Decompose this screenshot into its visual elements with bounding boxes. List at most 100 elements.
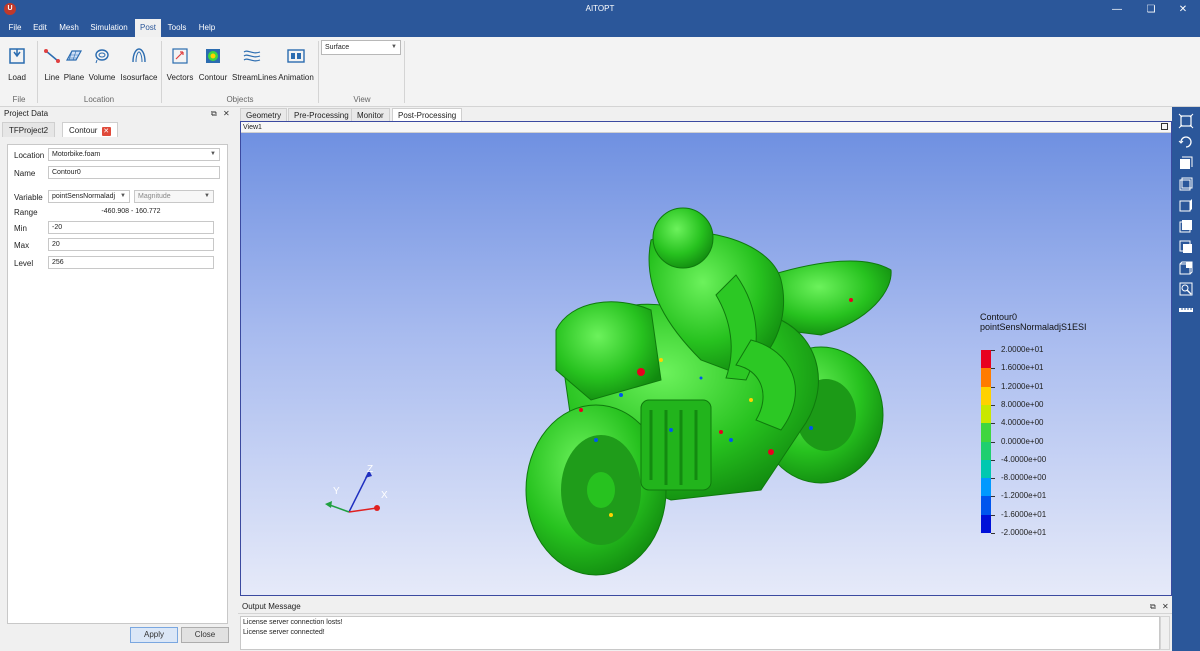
color-bar-segment: [981, 423, 991, 442]
legend-tick-mark: [991, 514, 995, 516]
view-front-icon[interactable]: [1178, 155, 1194, 171]
view-mode-select[interactable]: Surface ▼: [321, 40, 401, 55]
legend-variable-text: pointSensNormaladjS1ESI: [980, 322, 1087, 332]
rotate-icon[interactable]: [1178, 134, 1194, 150]
name-field[interactable]: Contour0: [48, 166, 220, 179]
output-log: License server connection losts! License…: [240, 616, 1160, 650]
color-bar-segment: [981, 514, 991, 534]
color-bar-segment: [981, 478, 991, 497]
close-icon[interactable]: ✕: [1166, 0, 1200, 19]
output-panel: Output Message ⧉ ✕ License server connec…: [238, 600, 1172, 651]
tab-label: TFProject2: [9, 126, 49, 135]
apply-button[interactable]: Apply: [130, 627, 178, 643]
contour-form: [7, 144, 228, 624]
zoom-icon[interactable]: [1178, 281, 1194, 297]
plane-button[interactable]: Plane: [63, 43, 85, 89]
axis-x-label: X: [381, 490, 388, 501]
view-left-icon[interactable]: [1178, 197, 1194, 213]
legend-tick-label: -4.0000e+00: [1001, 454, 1047, 464]
axis-z-label: Z: [367, 464, 374, 475]
menu-help[interactable]: Help: [194, 19, 220, 37]
load-icon: [9, 48, 25, 64]
tab-tfproject2[interactable]: TFProject2: [2, 122, 56, 137]
maximize-view-icon[interactable]: [1161, 123, 1168, 130]
tab-post-processing[interactable]: Post-Processing: [392, 108, 463, 121]
view-mode-value: Surface: [325, 44, 350, 51]
float-icon[interactable]: ⧉: [211, 107, 217, 121]
legend-tick-label: 2.0000e+01: [1001, 345, 1044, 354]
group-file-label: File: [12, 95, 26, 104]
color-bar: [981, 350, 991, 534]
volume-button[interactable]: Volume: [88, 43, 116, 89]
name-label: Name: [14, 169, 36, 178]
view-bottom-icon[interactable]: [1178, 260, 1194, 276]
close-button[interactable]: Close: [181, 627, 229, 643]
float-icon[interactable]: ⧉: [1150, 600, 1156, 614]
line-button[interactable]: Line: [41, 43, 63, 89]
view-toolbar: [1172, 107, 1200, 651]
variable-mode-select[interactable]: Magnitude ▼: [134, 190, 214, 203]
close-panel-icon[interactable]: ✕: [1162, 600, 1169, 614]
ruler-icon[interactable]: [1178, 302, 1194, 318]
menu-file[interactable]: File: [4, 19, 26, 37]
legend-tick-mark: [991, 496, 995, 498]
level-label: Level: [14, 259, 34, 268]
line-label: Line: [44, 73, 60, 82]
tab-geometry[interactable]: Geometry: [240, 108, 288, 121]
menu-simulation[interactable]: Simulation: [86, 19, 132, 37]
isosurface-icon: [132, 48, 146, 63]
panel-title: Project Data: [4, 109, 49, 118]
axis-y-label: Y: [333, 486, 340, 497]
menu-post[interactable]: Post: [135, 19, 161, 37]
legend-title-text: Contour0: [980, 312, 1018, 322]
color-bar-segment: [981, 441, 991, 461]
legend-tick-mark: [991, 404, 995, 406]
tab-contour[interactable]: Contour ✕: [62, 122, 118, 137]
legend-tick-mark: [991, 423, 995, 425]
tab-label: Contour: [69, 126, 98, 135]
menu-tools[interactable]: Tools: [164, 19, 190, 37]
view-back-icon[interactable]: [1178, 176, 1194, 192]
output-scrollbar[interactable]: [1160, 616, 1170, 650]
color-bar-segment: [981, 404, 991, 424]
title-bar: U AITOPT — ❏ ✕: [0, 0, 1200, 19]
view-top-icon[interactable]: [1178, 239, 1194, 255]
legend-tick-mark: [991, 441, 995, 443]
range-label: Range: [14, 208, 38, 217]
vectors-button[interactable]: Vectors: [165, 43, 195, 89]
load-button[interactable]: Load: [4, 43, 30, 89]
restore-icon[interactable]: ❏: [1134, 0, 1168, 19]
location-value: Motorbike.foam: [52, 151, 101, 158]
animation-icon: [287, 49, 305, 63]
legend-tick-mark: [991, 478, 995, 480]
fit-view-icon[interactable]: [1178, 113, 1194, 129]
variable-select[interactable]: pointSensNormaladj ▼: [48, 190, 130, 203]
animation-button[interactable]: Animation: [277, 43, 315, 89]
menu-edit[interactable]: Edit: [28, 19, 52, 37]
chevron-down-icon: ▼: [204, 193, 210, 199]
color-bar-segment: [981, 368, 991, 388]
group-view-label: View: [353, 95, 371, 104]
view-canvas[interactable]: View1 Z Y X Contour0 pointSensNormaladjS…: [240, 121, 1172, 596]
menu-bar: File Edit Mesh Simulation Post Tools Hel…: [0, 19, 1200, 37]
output-title: Output Message: [238, 600, 1172, 614]
tab-monitor[interactable]: Monitor: [351, 108, 390, 121]
color-bar-segment: [981, 496, 991, 516]
motorbike-model[interactable]: [521, 200, 901, 580]
min-field[interactable]: -20: [48, 221, 214, 234]
isosurface-button[interactable]: Isosurface: [120, 43, 158, 89]
streamlines-button[interactable]: StreamLines: [232, 43, 277, 89]
close-panel-icon[interactable]: ✕: [223, 107, 230, 121]
close-tab-icon[interactable]: ✕: [101, 127, 111, 136]
view-right-icon[interactable]: [1178, 218, 1194, 234]
isosurface-label: Isosurface: [120, 73, 158, 82]
level-field[interactable]: 256: [48, 256, 214, 269]
tab-pre-processing[interactable]: Pre-Processing: [288, 108, 355, 121]
minimize-icon[interactable]: —: [1100, 0, 1134, 19]
max-field[interactable]: 20: [48, 238, 214, 251]
log-line: License server connection losts!: [243, 619, 343, 626]
contour-button[interactable]: Contour: [197, 43, 229, 89]
location-select[interactable]: Motorbike.foam ▼: [48, 148, 220, 161]
streamlines-label: StreamLines: [232, 73, 277, 82]
menu-mesh[interactable]: Mesh: [55, 19, 83, 37]
